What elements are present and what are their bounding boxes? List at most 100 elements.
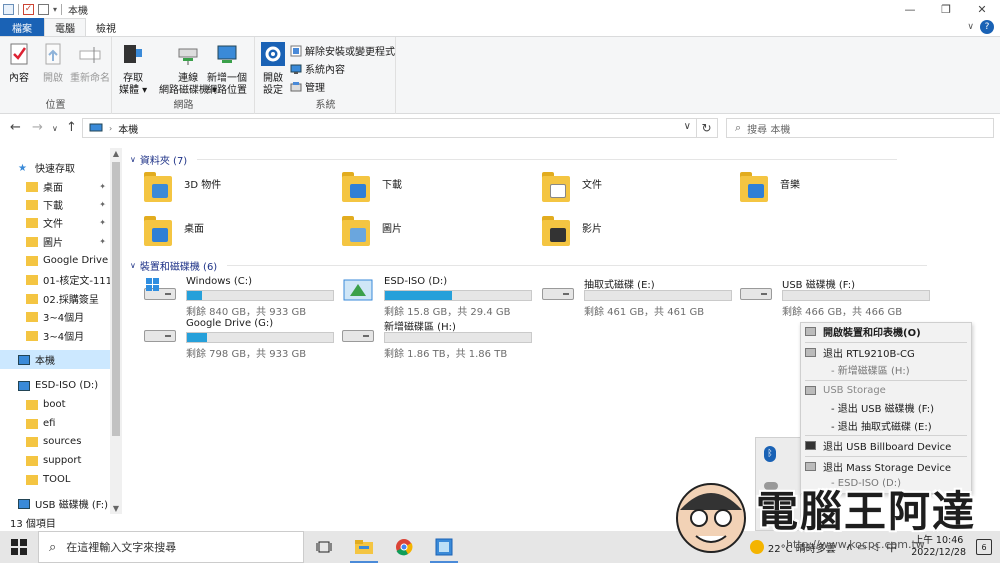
ime-mode[interactable]: 中 (886, 539, 897, 555)
usb-eject-menu: 開啟裝置和印表機(O) 退出 RTL9210B-CG - 新增磁碟區 (H:) USB… (800, 322, 972, 494)
drive-item[interactable]: 新增磁碟區 (H:) 剩餘 1.86 TB，共 1.86 TB (340, 318, 532, 360)
volume-icon[interactable]: ◁ (871, 542, 879, 553)
uninstall-programs-button[interactable]: 解除安裝或變更程式 (290, 43, 395, 58)
folder-item[interactable]: 3D 物件 (142, 172, 221, 204)
weather-icon[interactable] (749, 540, 764, 554)
refresh-button[interactable]: ↻ (696, 118, 718, 138)
drive-item[interactable]: Google Drive (G:) 剩餘 798 GB，共 933 GB (142, 318, 334, 360)
nav-item[interactable]: 圖片 ✦ (0, 232, 110, 251)
address-dropdown-icon[interactable]: ∨ (684, 121, 691, 132)
usb-menu-item[interactable]: 退出 USB Billboard Device (801, 437, 971, 455)
folder-item[interactable]: 下載 (340, 172, 402, 204)
pin-icon[interactable]: ✦ (99, 182, 106, 191)
pin-icon[interactable]: ✦ (99, 218, 106, 227)
nav-item[interactable]: TOOL (0, 470, 110, 489)
usb-menu-item[interactable]: 退出 RTL9210B-CG (801, 344, 971, 362)
nav-item[interactable]: sources (0, 432, 110, 451)
file-explorer-taskbar-button[interactable] (344, 531, 384, 563)
search-box[interactable]: ⌕ 搜尋 本機 (726, 118, 994, 138)
pin-icon[interactable]: ✦ (99, 237, 106, 246)
properties-qa-icon[interactable]: ✓ (23, 3, 34, 15)
up-arrow-icon[interactable]: ↑ (66, 120, 77, 135)
address-bar[interactable]: › 本機 ∨ (82, 118, 718, 138)
usb-menu-item[interactable]: 退出 Mass Storage Device (801, 458, 971, 476)
ribbon-collapse-icon[interactable]: ∨ (967, 22, 974, 32)
taskbar-search-box[interactable]: ⌕ 在這裡輸入文字來搜尋 (38, 531, 304, 563)
usb-menu-item[interactable]: 開啟裝置和印表機(O) (801, 323, 971, 341)
nav-scrollbar[interactable]: ▲ ▼ (110, 148, 122, 514)
tab-file[interactable]: 檔案 (0, 18, 44, 36)
google-drive-tray-icon[interactable] (764, 510, 776, 520)
drive-name: Google Drive (G:) (186, 318, 274, 329)
nav-item[interactable]: 桌面 ✦ (0, 177, 110, 196)
rename-button[interactable]: 重新命名 (70, 41, 110, 85)
weather-text[interactable]: 22°C 晴時多雲 (768, 540, 836, 555)
scroll-thumb[interactable] (112, 162, 120, 436)
nav-item[interactable]: ESD-ISO (D:) (0, 376, 110, 395)
drive-item[interactable]: 抽取式磁碟 (E:) 剩餘 461 GB，共 461 GB (540, 276, 732, 318)
drive-item[interactable]: USB 磁碟機 (F:) 剩餘 466 GB，共 466 GB (738, 276, 930, 318)
scroll-up-icon[interactable]: ▲ (110, 149, 122, 158)
nav-item[interactable]: 3~4個月 (0, 326, 110, 345)
usb-menu-label: 退出 RTL9210B-CG (823, 348, 915, 360)
nav-item[interactable]: 02.採購簽呈 (0, 289, 110, 308)
show-hidden-icons-icon[interactable]: ∧ (846, 542, 853, 553)
folder-item[interactable]: 音樂 (738, 172, 800, 204)
help-icon[interactable]: ? (980, 20, 994, 34)
folder-item[interactable]: 圖片 (340, 216, 402, 248)
tab-computer[interactable]: 電腦 (44, 18, 86, 36)
system-properties-button[interactable]: 系統內容 (290, 61, 345, 76)
nav-item[interactable]: 下載 ✦ (0, 195, 110, 214)
scroll-down-icon[interactable]: ▼ (110, 504, 122, 513)
nav-item[interactable]: Google Drive (0, 251, 110, 270)
usb-menu-label: - 新增磁碟區 (H:) (831, 366, 910, 378)
manage-button[interactable]: 管理 (290, 79, 325, 94)
task-view-button[interactable] (304, 531, 344, 563)
start-button[interactable] (0, 531, 38, 563)
folders-section-header[interactable]: ∨ 資料夾 (7) (130, 152, 898, 167)
usb-menu-label: - 退出 USB 磁碟機 (F:) (831, 404, 934, 416)
open-button[interactable]: 開啟 (40, 41, 66, 85)
recent-locations-icon[interactable]: ∨ (52, 124, 58, 133)
network-icon[interactable]: ▭ (857, 542, 866, 553)
drive-item[interactable]: Windows (C:) 剩餘 840 GB，共 933 GB (142, 276, 334, 318)
drive-item[interactable]: ESD-ISO (D:) 剩餘 15.8 GB，共 29.4 GB (340, 276, 532, 318)
new-folder-qa-icon[interactable] (38, 3, 49, 15)
drives-section-header[interactable]: ∨ 裝置和磁碟機 (6) (130, 258, 928, 273)
minimize-button[interactable]: — (892, 0, 928, 18)
qa-dropdown-icon[interactable]: ▾ (53, 5, 57, 14)
usb-menu-label: USB Storage (823, 384, 886, 396)
notification-center-icon[interactable]: 6 (976, 539, 992, 555)
folder-item[interactable]: 文件 (540, 172, 602, 204)
nav-item-label: 3~4個月 (43, 332, 85, 343)
clock[interactable]: 上午 10:46 2022/12/28 (905, 535, 972, 559)
tab-view[interactable]: 檢視 (86, 18, 126, 36)
usb-menu-item[interactable]: - 退出 USB 磁碟機 (F:) (801, 399, 971, 417)
folder-item[interactable]: 影片 (540, 216, 602, 248)
forward-arrow-icon[interactable]: → (32, 120, 43, 135)
open-settings-button[interactable]: 開啟 設定 (260, 41, 286, 97)
pin-icon[interactable]: ✦ (99, 200, 106, 209)
properties-button[interactable]: 內容 (6, 41, 32, 85)
nav-item[interactable]: USB 磁碟機 (F:) (0, 494, 110, 513)
nav-item[interactable]: efi (0, 414, 110, 433)
usb-menu-item[interactable]: - 退出 抽取式磁碟 (E:) (801, 417, 971, 435)
bluetooth-icon[interactable]: ᛒ (764, 446, 776, 462)
screenshot-app-taskbar-button[interactable] (424, 531, 464, 563)
chrome-taskbar-button[interactable] (384, 531, 424, 563)
3d-objects-icon (152, 184, 168, 198)
onedrive-icon[interactable] (764, 482, 778, 490)
back-arrow-icon[interactable]: ← (10, 120, 21, 135)
nav-item[interactable]: 本機 (0, 350, 110, 369)
nav-item[interactable]: ★ 快速存取 (0, 158, 110, 177)
close-button[interactable]: ✕ (964, 0, 1000, 18)
nav-item[interactable]: 文件 ✦ (0, 213, 110, 232)
maximize-button[interactable]: ❐ (928, 0, 964, 18)
nav-item[interactable]: 01-核定文-111年 (0, 270, 110, 289)
add-network-location-button[interactable]: 新增一個 網路位置 (207, 41, 247, 97)
nav-item[interactable]: support (0, 451, 110, 470)
nav-item[interactable]: 3~4個月 (0, 307, 110, 326)
nav-item[interactable]: boot (0, 395, 110, 414)
access-media-button[interactable]: 存取 媒體 ▾ (119, 41, 147, 97)
folder-item[interactable]: 桌面 (142, 216, 204, 248)
